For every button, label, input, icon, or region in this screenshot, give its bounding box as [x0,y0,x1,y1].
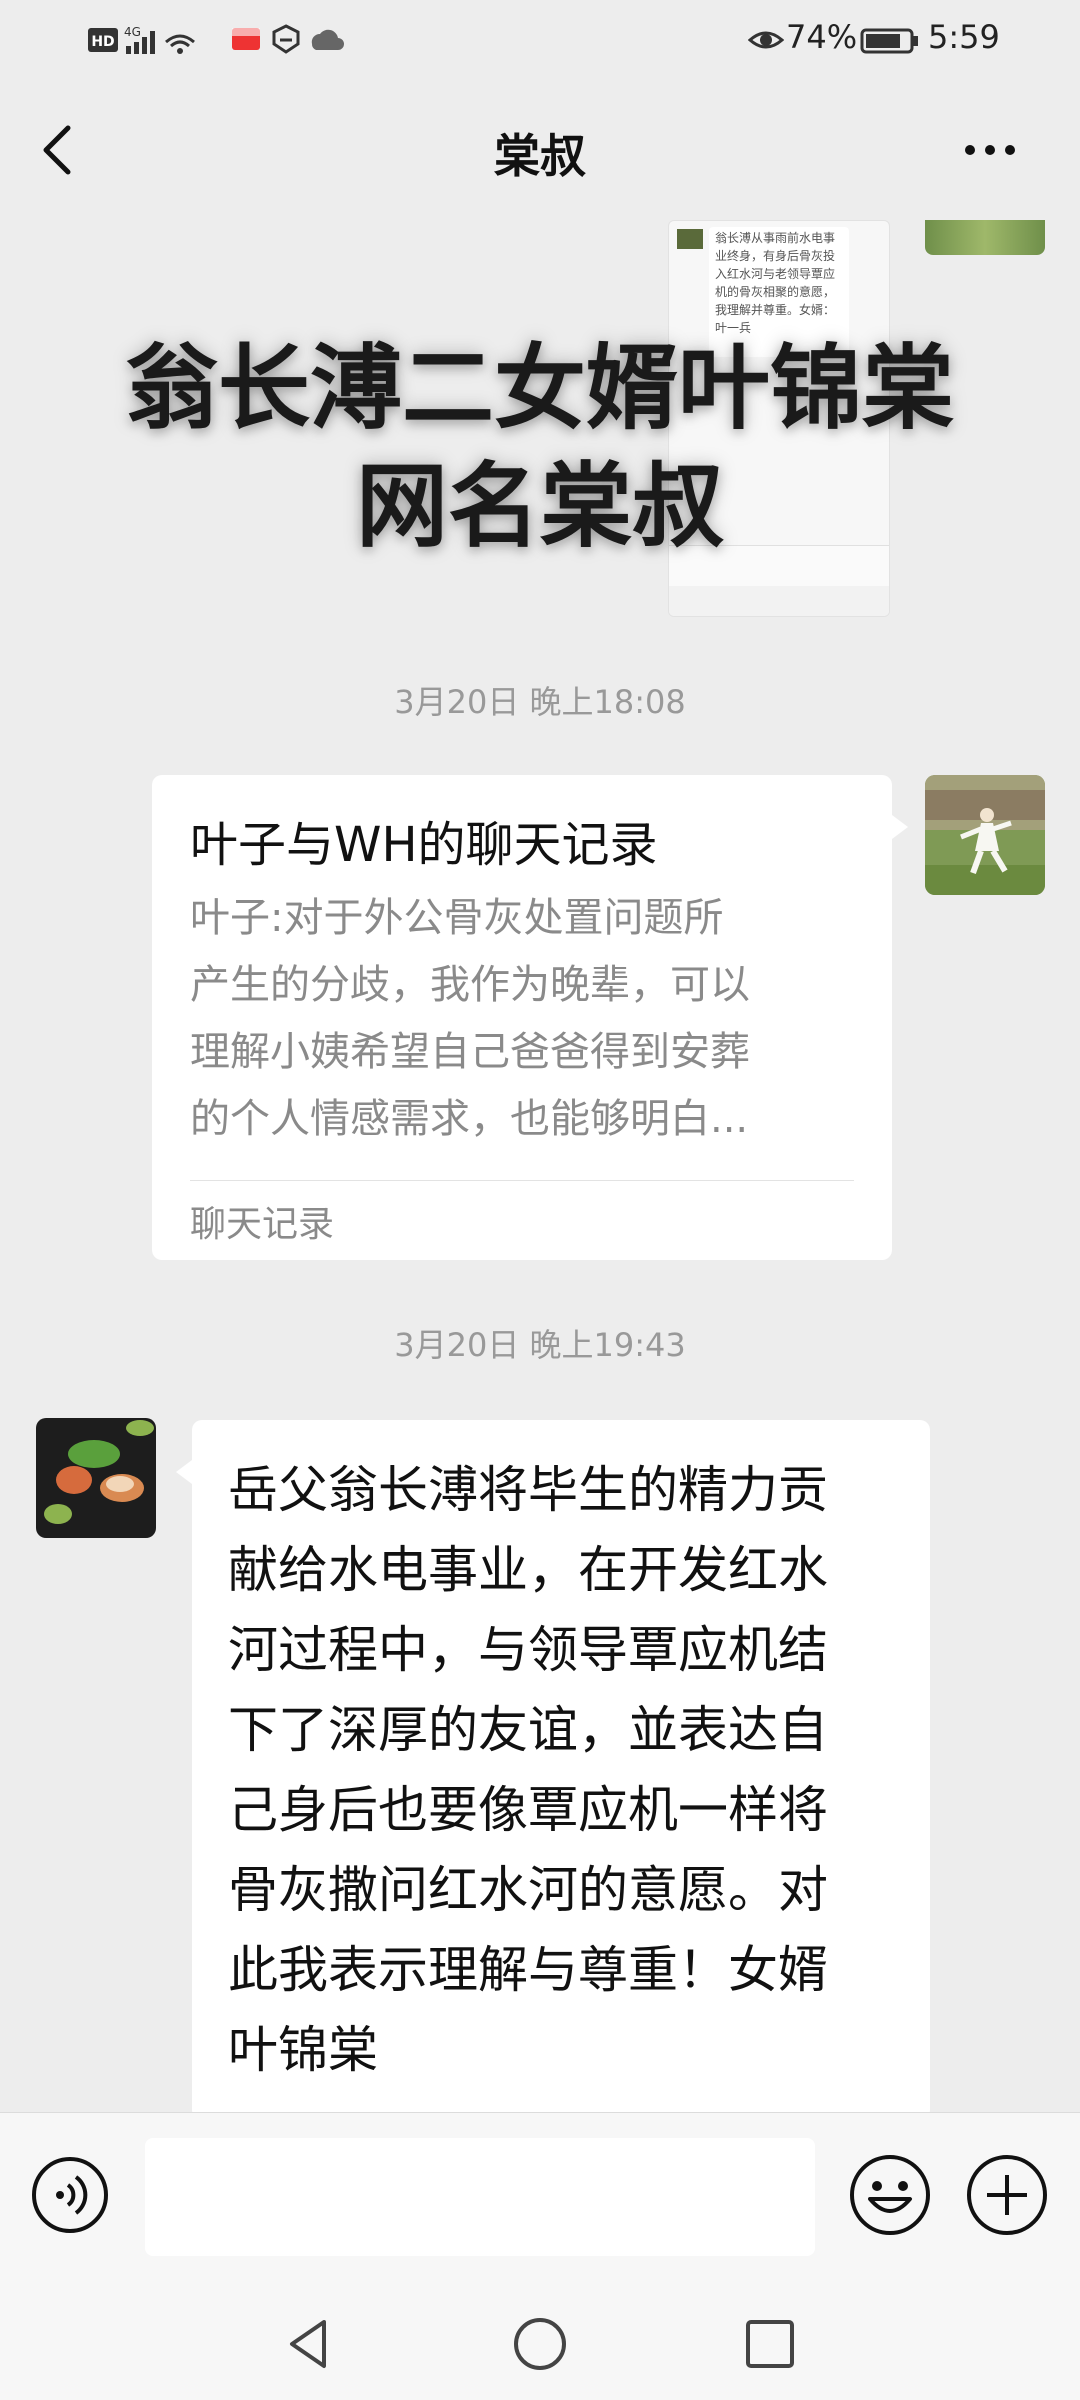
nav-home-icon [514,2318,566,2370]
plus-button[interactable] [965,2153,1049,2237]
chat-title: 棠叔 [494,129,586,183]
chat-record-preview-line: 产生的分歧，我作为晚辈，可以 [190,962,750,1008]
chat-record-preview-line: 的个人情感需求，也能够明白... [190,1096,749,1142]
emoji-button[interactable] [848,2153,932,2237]
nav-home-button[interactable] [510,2314,570,2374]
overlay-caption-line2: 网名棠叔 [355,453,724,560]
chat-record-footer: 聊天记录 [190,1204,335,1245]
message-text-line: 己身后也要像覃应机一样将 [228,1781,828,1839]
battery-icon [860,22,920,58]
overlay-caption: 翁长溥二女婿叶锦棠 网名棠叔 [80,330,1000,566]
chat-record-preview-line: 理解小姨希望自己爸爸得到安葬 [190,1029,750,1075]
clock: 5:59 [928,18,1000,56]
notification-icons [228,22,348,58]
battery-percent: 74% [786,18,858,56]
chat-record-preview: 叶子:对于外公骨灰处置问题所 产生的分歧，我作为晚辈，可以 理解小姨希望自己爸爸… [190,885,850,1153]
mini-avatar [677,229,703,249]
voice-button[interactable] [30,2155,110,2235]
message-text-line: 下了深厚的友谊，並表达自 [228,1701,828,1759]
network-badges-icon: HD 4G [88,22,198,58]
text-message-bubble[interactable]: 岳父翁长溥将毕生的精力贡 献给水电事业，在开发红水 河过程中，与领导覃应机结 下… [176,1420,930,2120]
chat-record-title: 叶子与WH的聊天记录 [190,817,658,873]
nav-recents-icon [746,2320,794,2368]
status-bar: HD 4G 74% 5:59 [0,0,1080,80]
message-timestamp: 3月20日 晚上19:43 [394,1326,686,1364]
message-text-line: 献给水电事业，在开发红水 [228,1541,828,1599]
chat-record-divider [190,1180,854,1181]
eye-icon [748,22,784,58]
chat-record-preview-line: 叶子:对于外公骨灰处置问题所 [190,895,724,941]
svg-text:4G: 4G [124,25,141,39]
nav-recents-button[interactable] [740,2314,800,2374]
contact-avatar[interactable] [36,1418,156,1538]
my-avatar[interactable] [925,775,1045,895]
plus-icon [967,2155,1047,2235]
message-text: 岳父翁长溥将毕生的精力贡 献给水电事业，在开发红水 河过程中，与领导覃应机结 下… [228,1450,898,2090]
more-dots-icon [965,145,1015,155]
chat-header: 棠叔 [0,80,1080,220]
nav-back-icon [290,2320,326,2368]
message-timestamp: 3月20日 晚上18:08 [394,683,686,721]
avatar-partial[interactable] [925,220,1045,255]
message-text-line: 此我表示理解与尊重！女婿 [228,1941,828,1999]
message-text-line: 岳父翁长溥将毕生的精力贡 [228,1461,828,1519]
message-text-line: 叶锦棠 [228,2021,378,2079]
system-nav-bar [0,2282,1080,2400]
svg-text:HD: HD [91,34,114,50]
message-text-line: 骨灰撒问红水河的意愿。对 [228,1861,828,1919]
mini-nav-bar [669,586,889,616]
more-button[interactable] [950,120,1030,180]
overlay-caption-line1: 翁长溥二女婿叶锦棠 [125,335,954,442]
message-text-line: 河过程中，与领导覃应机结 [228,1621,828,1679]
nav-back-button[interactable] [280,2314,340,2374]
voice-icon [32,2157,108,2233]
message-input[interactable] [145,2138,815,2256]
chat-record-card[interactable]: 叶子与WH的聊天记录 叶子:对于外公骨灰处置问题所 产生的分歧，我作为晚辈，可以… [152,775,908,1260]
emoji-icon [850,2155,930,2235]
input-bar [0,2112,1080,2283]
